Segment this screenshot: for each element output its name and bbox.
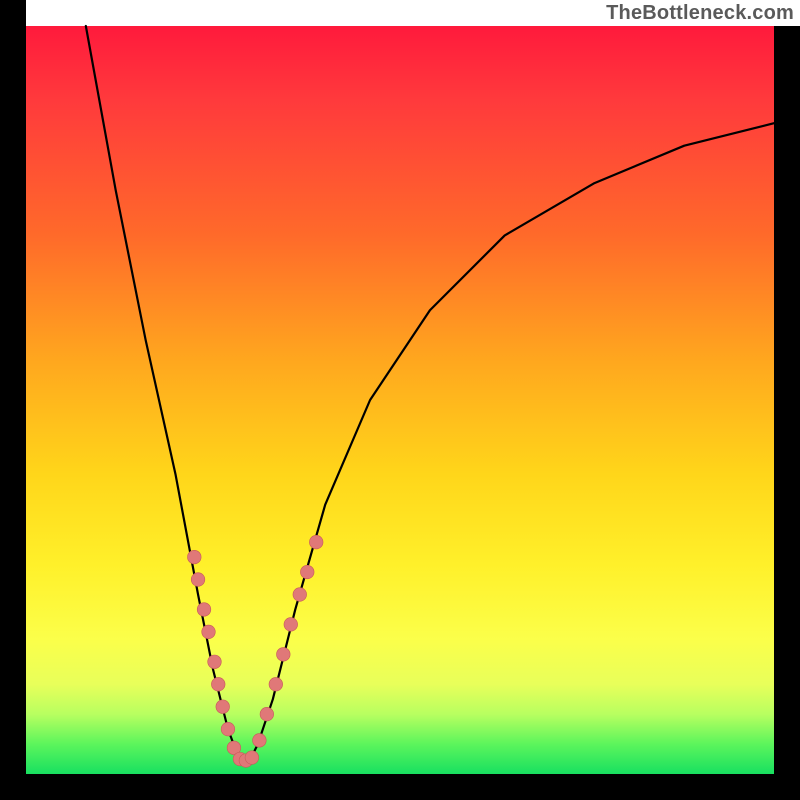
marker-dot <box>202 625 216 639</box>
marker-dot <box>293 588 307 602</box>
marker-dot <box>253 734 267 748</box>
marker-dot <box>284 618 298 632</box>
marker-dot <box>208 655 222 669</box>
marker-dot <box>197 603 211 617</box>
marker-dot <box>221 722 235 736</box>
marker-dot <box>188 550 202 564</box>
marker-group <box>188 535 324 767</box>
chart-svg <box>26 26 774 774</box>
marker-dot <box>191 573 205 587</box>
marker-dot <box>300 565 314 579</box>
marker-dot <box>309 535 323 549</box>
plot-area <box>26 26 774 774</box>
marker-dot <box>245 751 259 765</box>
marker-dot <box>211 677 225 691</box>
marker-dot <box>269 677 283 691</box>
watermark-text: TheBottleneck.com <box>606 2 794 25</box>
marker-dot <box>260 707 274 721</box>
marker-dot <box>277 648 291 662</box>
marker-dot <box>216 700 230 714</box>
bottleneck-curve <box>86 26 774 759</box>
chart-frame: TheBottleneck.com <box>0 0 800 800</box>
